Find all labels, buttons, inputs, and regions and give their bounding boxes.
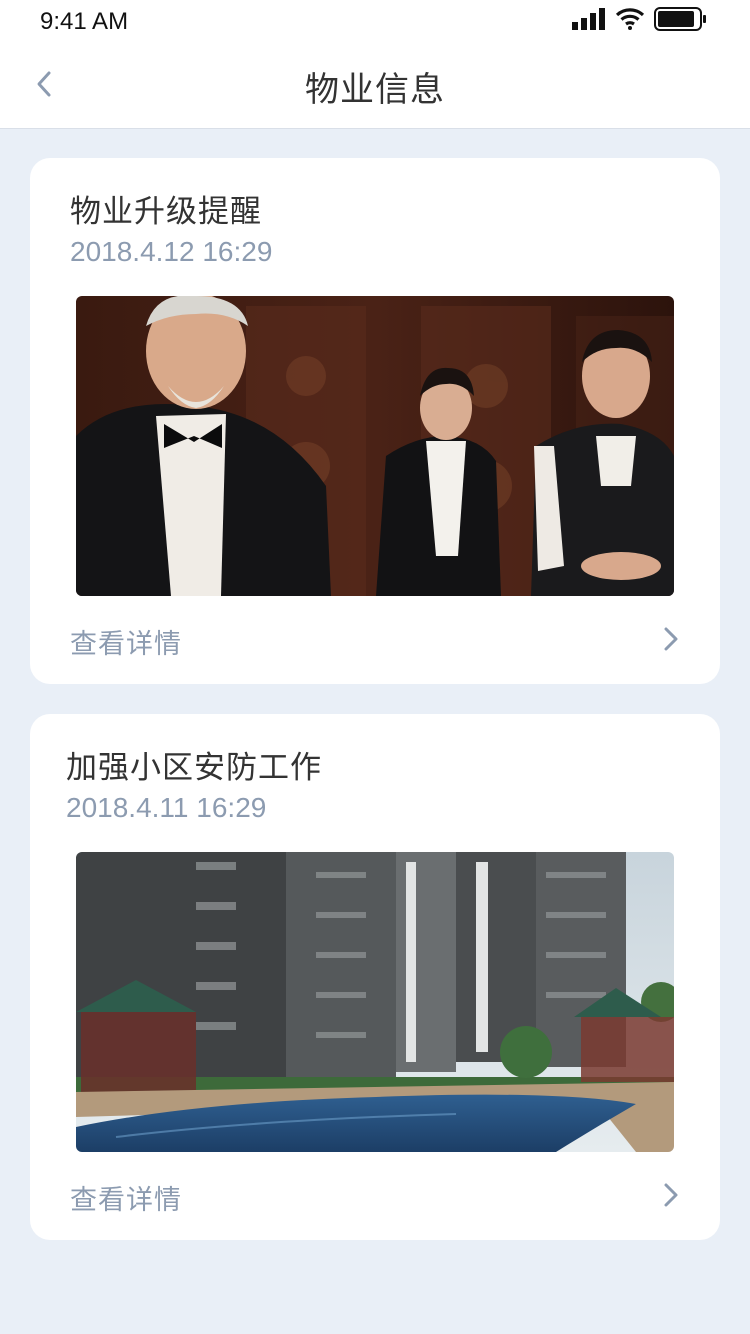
news-card[interactable]: 物业升级提醒 2018.4.12 16:29 查看详情 — [30, 158, 720, 684]
card-title: 加强小区安防工作 — [66, 750, 322, 785]
view-details-label: 查看详情 — [70, 628, 182, 659]
view-details-label: 查看详情 — [70, 1184, 182, 1215]
status-time: 9:41 AM — [40, 8, 129, 35]
news-card[interactable]: 加强小区安防工作 2018.4.11 16:29 查看详情 — [30, 714, 720, 1240]
card-date: 2018.4.11 16:29 — [66, 792, 267, 823]
status-bar: 9:41 AM — [0, 0, 750, 44]
battery-icon — [654, 6, 708, 36]
view-details-row[interactable]: 查看详情 — [70, 1172, 680, 1222]
card-image-staff — [76, 296, 674, 596]
card-image-complex — [76, 852, 674, 1152]
chevron-right-icon — [662, 1182, 680, 1213]
card-date: 2018.4.12 16:29 — [70, 236, 273, 267]
top-bar: 9:41 AM 物业信息 — [0, 0, 750, 129]
wifi-icon — [615, 7, 645, 35]
nav-bar: 物业信息 — [0, 44, 750, 128]
signal-icon — [572, 7, 606, 35]
chevron-right-icon — [662, 626, 680, 657]
status-icons — [572, 6, 708, 36]
view-details-row[interactable]: 查看详情 — [70, 616, 680, 666]
page-title: 物业信息 — [305, 71, 445, 109]
card-title: 物业升级提醒 — [70, 194, 262, 229]
